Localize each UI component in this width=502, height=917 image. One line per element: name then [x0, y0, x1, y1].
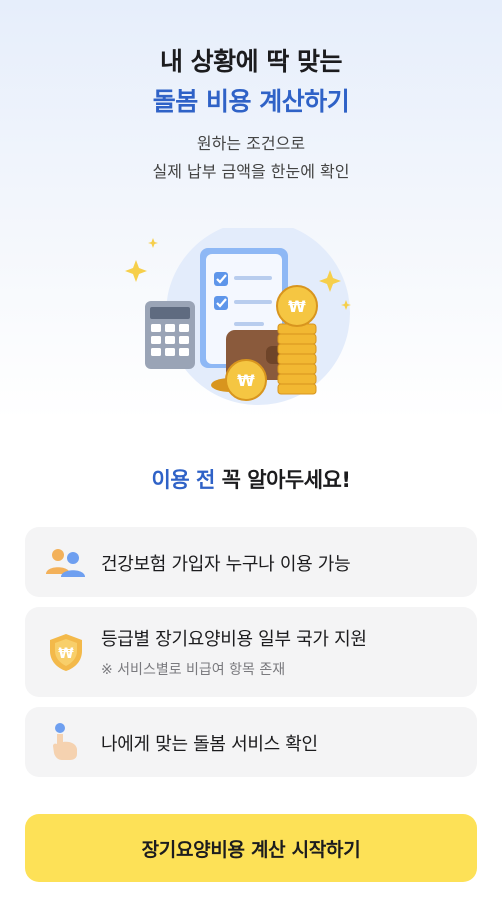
info-card-label: 등급별 장기요양비용 일부 국가 지원	[101, 629, 367, 650]
notice-heading-accent: 이용 전	[151, 468, 216, 492]
info-card-label: 건강보험 가입자 누구나 이용 가능	[101, 554, 351, 575]
subtitle-line-1: 원하는 조건으로	[196, 134, 306, 153]
notice-heading: 이용 전 꼭 알아두세요!	[0, 464, 502, 494]
page-subtitle: 원하는 조건으로 실제 납부 금액을 한눈에 확인	[0, 130, 502, 186]
subtitle-line-2: 실제 납부 금액을 한눈에 확인	[152, 162, 350, 181]
info-card-eligibility: 건강보험 가입자 누구나 이용 가능	[25, 527, 477, 597]
page-title: 내 상황에 딱 맞는 돌봄 비용 계산하기	[0, 42, 502, 122]
info-card-label: 나에게 맞는 돌봄 서비스 확인	[101, 734, 318, 755]
info-card-note: ※ 서비스별로 비급여 항목 존재	[101, 662, 286, 678]
svg-text:₩: ₩	[288, 297, 306, 316]
shield-won-icon: ₩	[50, 634, 82, 671]
notice-heading-rest: 꼭 알아두세요!	[214, 468, 351, 492]
cost-calculation-illustration: ₩ ₩	[125, 228, 351, 405]
info-card-service: 나에게 맞는 돌봄 서비스 확인	[25, 707, 477, 777]
title-line-1: 내 상황에 딱 맞는	[159, 47, 343, 76]
people-icon	[46, 549, 85, 577]
info-card-support: ₩ 등급별 장기요양비용 일부 국가 지원 ※ 서비스별로 비급여 항목 존재	[25, 607, 477, 697]
start-calculation-button[interactable]: 장기요양비용 계산 시작하기	[25, 814, 477, 882]
finger-point-icon	[53, 723, 77, 760]
svg-text:₩: ₩	[58, 646, 74, 662]
title-line-2: 돌봄 비용 계산하기	[152, 87, 350, 116]
svg-text:₩: ₩	[237, 371, 255, 390]
